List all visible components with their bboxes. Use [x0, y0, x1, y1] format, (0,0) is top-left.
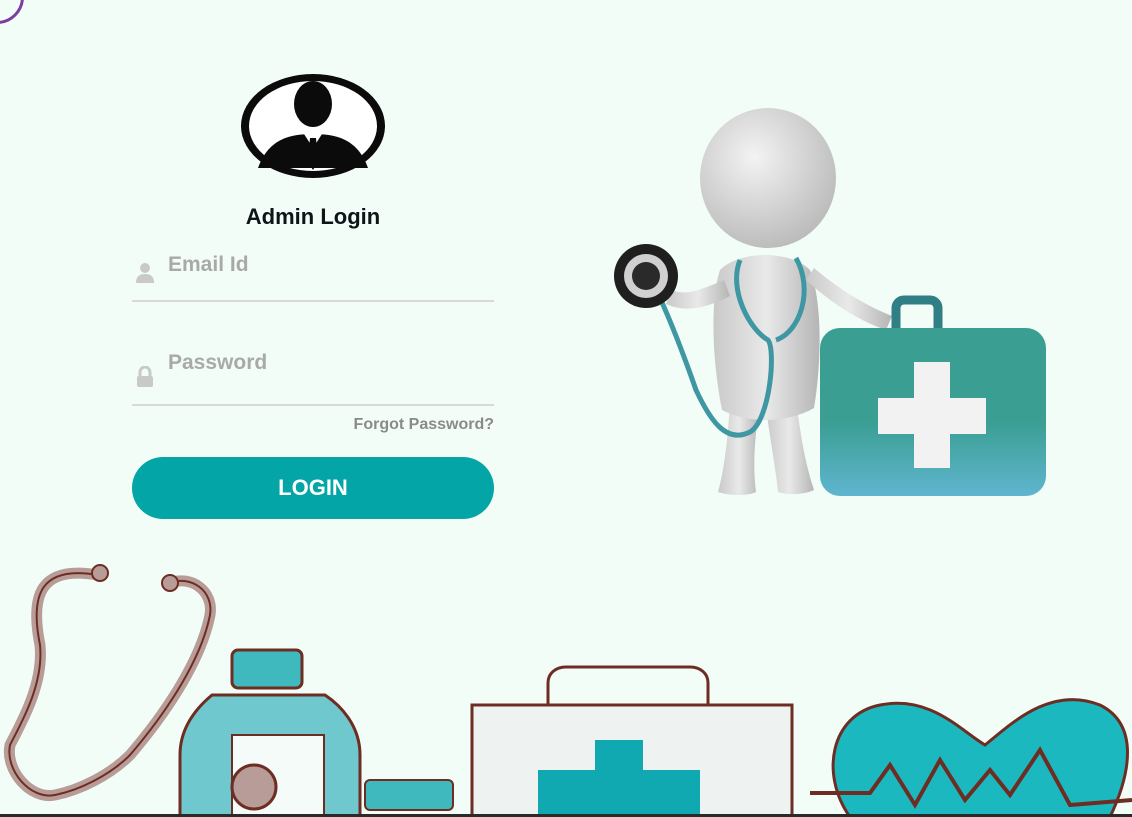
first-aid-box-doodle-icon	[546, 665, 710, 705]
email-field	[132, 244, 494, 302]
login-button[interactable]: LOGIN	[132, 457, 494, 519]
pill-bottle-doodle-icon	[364, 779, 454, 811]
lock-icon	[137, 366, 153, 387]
forgot-password-link[interactable]: Forgot Password?	[132, 416, 494, 434]
admin-avatar-icon	[241, 74, 385, 178]
email-input[interactable]	[168, 244, 494, 300]
user-icon	[136, 263, 154, 283]
heart-pulse-doodle-icon	[831, 698, 1129, 817]
medical-doodles-background	[3, 564, 1132, 817]
corner-logo	[0, 0, 24, 24]
login-panel: Admin Login Forgot Password? LOGIN	[132, 70, 494, 519]
page-title: Admin Login	[245, 204, 381, 229]
medicine-bottle-doodle-icon	[230, 648, 304, 690]
password-field	[132, 342, 494, 406]
doctor-illustration	[614, 108, 1046, 496]
password-input[interactable]	[168, 342, 494, 404]
